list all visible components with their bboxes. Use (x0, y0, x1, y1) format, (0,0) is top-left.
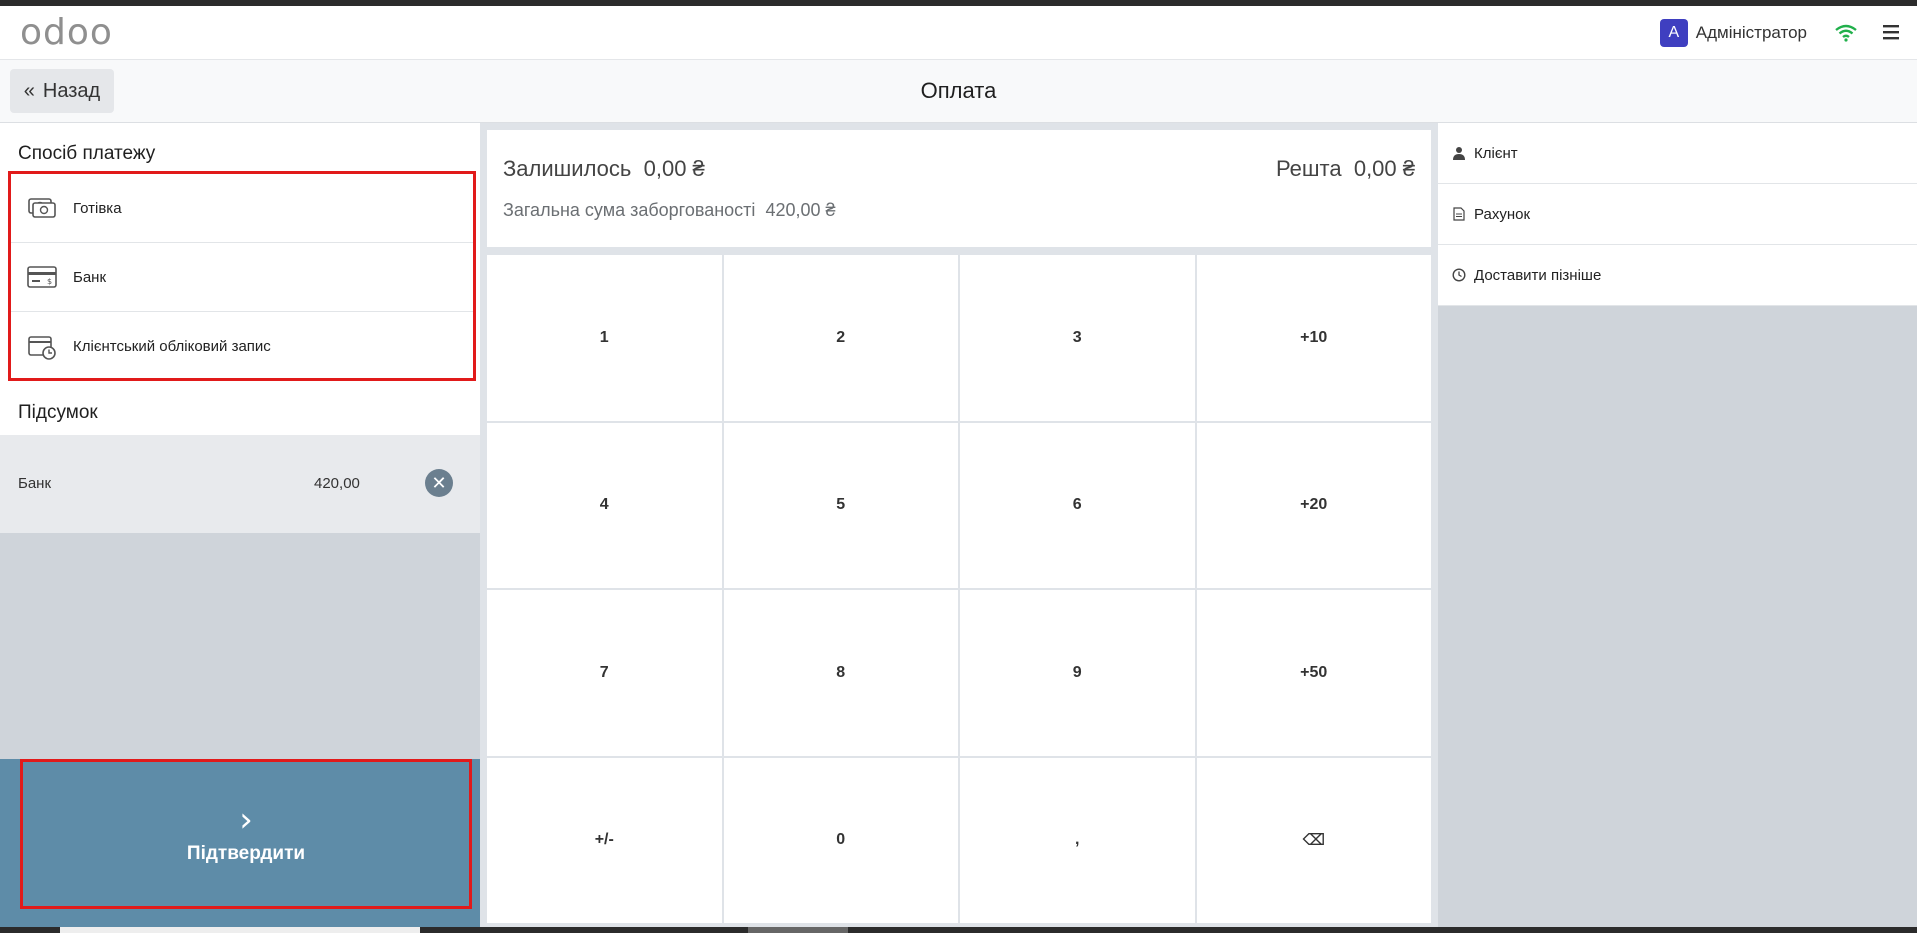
change-amount: Решта 0,00 ₴ (1276, 156, 1415, 182)
change-value: 0,00 ₴ (1353, 156, 1415, 181)
confirm-button[interactable]: › Підтвердити (20, 759, 472, 909)
user-icon (1453, 147, 1465, 160)
taskbar-segment (748, 927, 848, 933)
numpad-key-0[interactable]: 0 (723, 757, 958, 923)
payment-method-label: Банк (73, 268, 107, 286)
payment-methods-section: Спосіб платежу Готівка $ Банк Клієнтськи… (0, 123, 480, 436)
user-menu[interactable]: A Адміністратор (1659, 18, 1807, 48)
numpad-key-1[interactable]: 1 (487, 255, 722, 421)
remaining-value: 0,00 ₴ (643, 156, 705, 181)
payment-method-cash[interactable]: Готівка (11, 174, 473, 243)
summary-line[interactable]: Банк 420,00 ✕ (0, 435, 480, 533)
customer-button[interactable]: Клієнт (1438, 123, 1917, 184)
payment-status: Залишилось 0,00 ₴ Решта 0,00 ₴ Загальна … (487, 130, 1431, 247)
payment-methods-title: Спосіб платежу (18, 143, 156, 164)
invoice-button-label: Рахунок (1474, 205, 1531, 223)
user-name: Адміністратор (1695, 23, 1807, 42)
clock-icon (1452, 268, 1466, 282)
left-panel: Спосіб платежу Готівка $ Банк Клієнтськи… (0, 123, 480, 927)
change-label: Решта (1275, 156, 1342, 181)
numpad-key-2[interactable]: 2 (723, 255, 958, 421)
user-avatar: A (1659, 19, 1688, 47)
total-due-value: 420,00 ₴ (765, 200, 836, 220)
summary-title: Підсумок (18, 402, 98, 423)
remaining-amount: Залишилось 0,00 ₴ (503, 156, 705, 182)
double-chevron-left-icon: « (23, 79, 35, 102)
numpad-key-7[interactable]: 7 (487, 590, 722, 756)
bank-card-icon: $ (27, 266, 57, 288)
numpad-key-8[interactable]: 8 (723, 590, 958, 756)
ship-later-button[interactable]: Доставити пізніше (1438, 245, 1917, 306)
back-button[interactable]: « Назад (10, 69, 114, 113)
wifi-icon[interactable] (1835, 24, 1857, 42)
numpad-key-sign[interactable]: +/- (487, 757, 722, 923)
back-button-label: Назад (42, 79, 101, 102)
center-panel: Залишилось 0,00 ₴ Решта 0,00 ₴ Загальна … (480, 123, 1438, 927)
summary-line-label: Банк (18, 475, 52, 492)
numpad-key-4[interactable]: 4 (487, 422, 722, 588)
numpad-key-9[interactable]: 9 (960, 590, 1195, 756)
chevron-right-icon: › (239, 800, 253, 840)
confirm-area: › Підтвердити (0, 759, 480, 927)
invoice-button[interactable]: Рахунок (1438, 184, 1917, 245)
numpad-key-plus10[interactable]: +10 (1196, 255, 1431, 421)
total-due-label: Загальна сума заборгованості (503, 200, 756, 220)
numpad-key-5[interactable]: 5 (723, 422, 958, 588)
confirm-button-label: Підтвердити (186, 843, 306, 864)
payment-subheader: Оплата « Назад (0, 60, 1917, 123)
taskbar-segment (60, 927, 420, 933)
customer-button-label: Клієнт (1474, 144, 1518, 162)
payment-method-label: Клієнтський обліковий запис (73, 338, 271, 355)
summary-line-amount: 420,00 (314, 475, 360, 492)
numpad-key-decimal[interactable]: , (960, 757, 1195, 923)
numpad-key-backspace[interactable]: ⌫ (1196, 757, 1431, 923)
hamburger-menu-icon[interactable] (1881, 22, 1901, 42)
total-due: Загальна сума заборгованості 420,00 ₴ (503, 200, 836, 221)
right-panel: Клієнт Рахунок Доставити пізніше (1438, 123, 1917, 927)
payment-method-bank[interactable]: $ Банк (11, 243, 473, 312)
payment-method-label: Готівка (73, 199, 122, 217)
svg-text:$: $ (47, 277, 52, 286)
document-icon (1453, 207, 1465, 221)
numpad-key-plus20[interactable]: +20 (1196, 422, 1431, 588)
numpad-key-plus50[interactable]: +50 (1196, 590, 1431, 756)
remaining-label: Залишилось (503, 156, 632, 181)
numpad: 1 2 3 +10 4 5 6 +20 7 8 9 +50 +/- 0 , ⌫ (487, 255, 1431, 923)
numpad-key-3[interactable]: 3 (960, 255, 1195, 421)
page-title: Оплата (920, 78, 997, 103)
top-header: odoo A Адміністратор (0, 6, 1917, 60)
numpad-key-6[interactable]: 6 (960, 422, 1195, 588)
cash-icon (28, 198, 56, 218)
customer-account-icon (28, 335, 56, 360)
payment-methods-list: Готівка $ Банк Клієнтський обліковий зап… (8, 171, 476, 381)
payment-method-customer-account[interactable]: Клієнтський обліковий запис (11, 312, 473, 381)
odoo-logo: odoo (20, 12, 113, 53)
ship-later-button-label: Доставити пізніше (1474, 266, 1602, 284)
remove-payment-line-icon[interactable]: ✕ (425, 469, 453, 497)
